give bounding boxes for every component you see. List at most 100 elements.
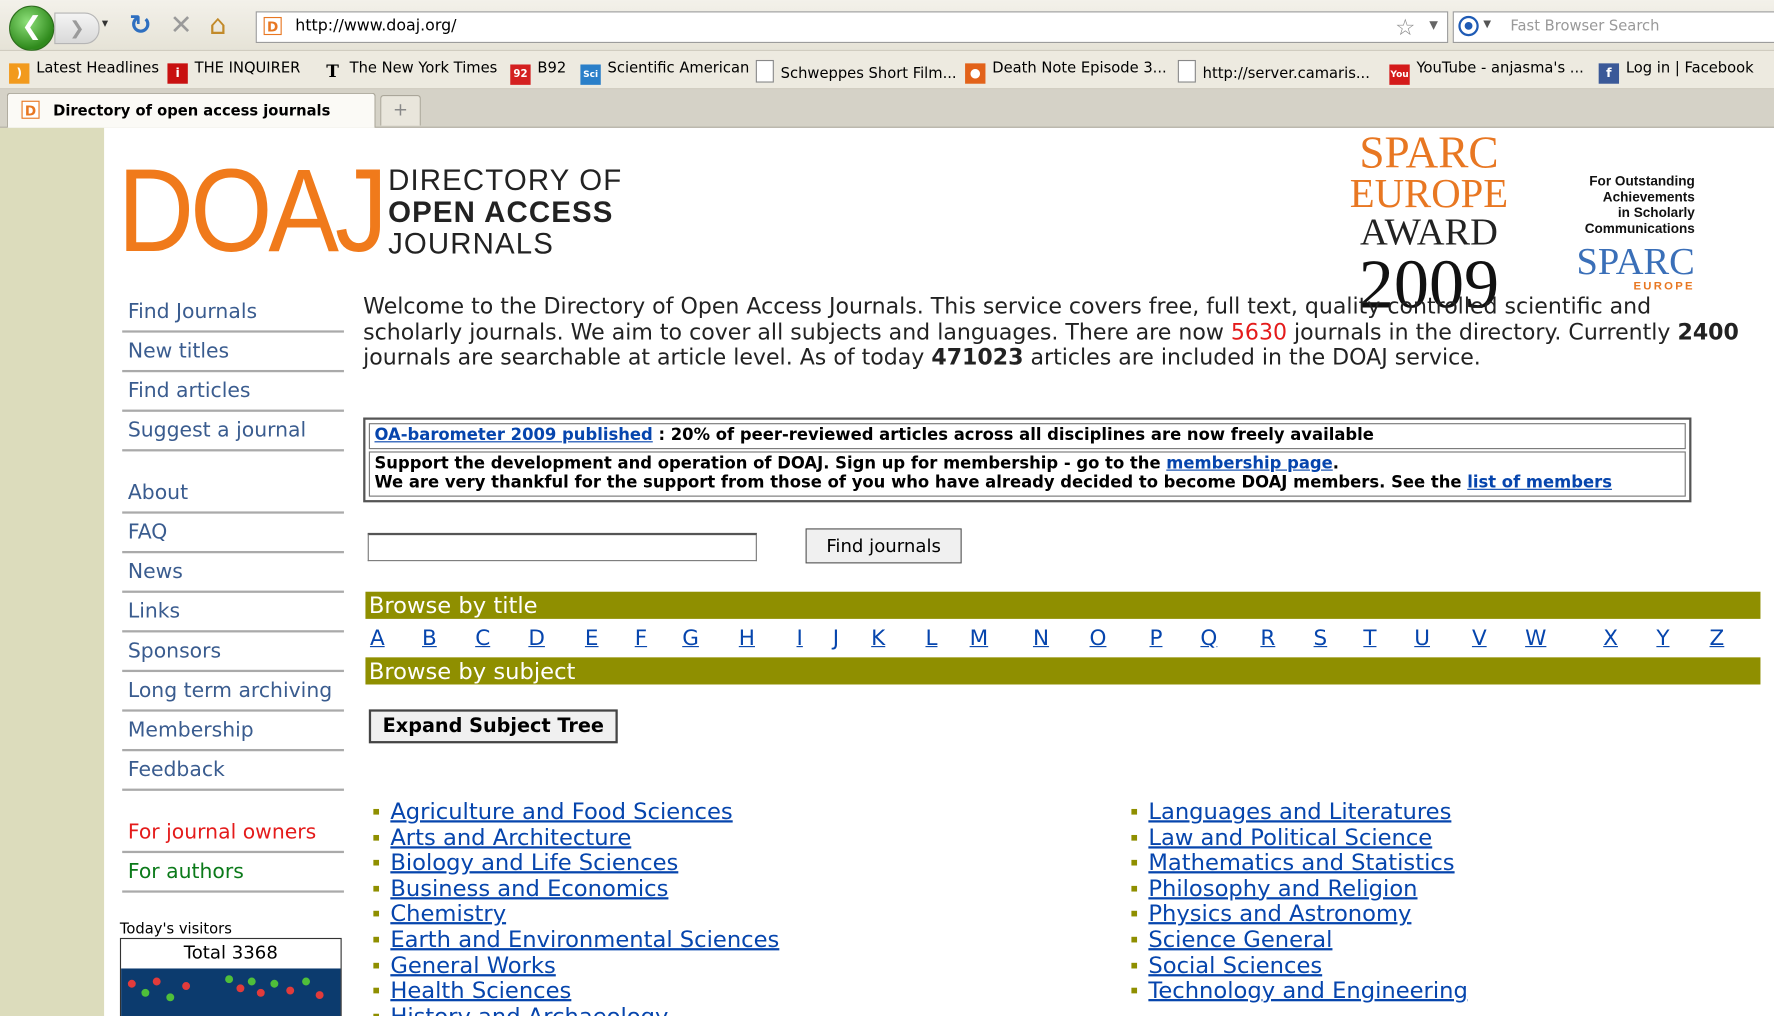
map-dot bbox=[256, 988, 265, 997]
expand-subject-tree-button[interactable]: Expand Subject Tree bbox=[368, 709, 618, 744]
nav-links[interactable]: Links bbox=[122, 593, 344, 633]
subject-link[interactable]: Agriculture and Food Sciences bbox=[390, 798, 732, 825]
forward-icon[interactable]: ❯ bbox=[54, 12, 100, 45]
url-dropdown-icon[interactable]: ▼ bbox=[1429, 19, 1438, 31]
subject-link[interactable]: Earth and Environmental Sciences bbox=[390, 925, 779, 952]
subject-link[interactable]: Physics and Astronomy bbox=[1148, 900, 1411, 927]
subject-link[interactable]: Technology and Engineering bbox=[1148, 977, 1467, 1004]
history-dropdown-icon[interactable]: ▾ bbox=[102, 16, 108, 31]
letter-link[interactable]: U bbox=[1414, 626, 1430, 651]
letter-link[interactable]: B bbox=[422, 626, 437, 651]
letter-link[interactable]: C bbox=[475, 626, 490, 651]
letter-link[interactable]: J bbox=[833, 626, 839, 651]
nav-about[interactable]: About bbox=[122, 474, 344, 514]
nav-find-journals[interactable]: Find Journals bbox=[122, 293, 344, 333]
bookmark-scientific-american[interactable]: Sci Scientific American bbox=[580, 60, 749, 85]
back-icon[interactable]: ❮ bbox=[9, 5, 55, 51]
search-placeholder[interactable]: Fast Browser Search bbox=[1510, 18, 1659, 35]
letter-link[interactable]: D bbox=[528, 626, 545, 651]
nav-suggest-journal[interactable]: Suggest a journal bbox=[122, 412, 344, 452]
tab-doaj[interactable]: D Directory of open access journals bbox=[6, 92, 376, 128]
letter-link[interactable]: W bbox=[1525, 626, 1546, 651]
find-journals-button[interactable]: Find journals bbox=[805, 528, 962, 564]
membership-page-link[interactable]: membership page bbox=[1166, 455, 1332, 473]
bookmark-latest-headlines[interactable]: ) Latest Headlines bbox=[9, 60, 159, 84]
letter-link[interactable]: K bbox=[871, 626, 885, 651]
subject-link[interactable]: Business and Economics bbox=[390, 874, 668, 901]
bookmark-schweppes[interactable]: Schweppes Short Film... bbox=[755, 59, 957, 83]
oa-barometer-link[interactable]: OA-barometer 2009 published bbox=[374, 427, 652, 445]
search-box[interactable]: ● ▼ Fast Browser Search bbox=[1452, 11, 1774, 43]
letter-link[interactable]: R bbox=[1260, 626, 1275, 651]
bullet-icon bbox=[373, 808, 380, 815]
subject-link[interactable]: Biology and Life Sciences bbox=[390, 849, 678, 876]
letter-link[interactable]: T bbox=[1363, 626, 1376, 651]
nav-for-journal-owners[interactable]: For journal owners bbox=[122, 813, 344, 854]
letter-link[interactable]: M bbox=[970, 626, 989, 651]
nav-long-term-archiving[interactable]: Long term archiving bbox=[122, 672, 344, 712]
nav-for-authors[interactable]: For authors bbox=[122, 853, 344, 893]
stop-icon[interactable]: ✕ bbox=[170, 9, 193, 41]
visitors-map bbox=[121, 968, 341, 1016]
subject-link[interactable]: Chemistry bbox=[390, 900, 506, 927]
subject-list-left: Agriculture and Food Sciences Arts and A… bbox=[373, 798, 779, 1016]
subject-link[interactable]: Philosophy and Religion bbox=[1148, 874, 1417, 901]
letter-link[interactable]: O bbox=[1090, 626, 1107, 651]
letter-link[interactable]: G bbox=[682, 626, 699, 651]
nav-find-articles[interactable]: Find articles bbox=[122, 372, 344, 412]
letter-link[interactable]: L bbox=[925, 626, 937, 651]
alphabet-index: A B C D E F G H I J K L M N O P Q R S T … bbox=[368, 626, 1760, 653]
list-item: Biology and Life Sciences bbox=[373, 849, 779, 876]
subject-link[interactable]: Languages and Literatures bbox=[1148, 798, 1451, 825]
list-item: Health Sciences bbox=[373, 977, 779, 1004]
letter-link[interactable]: Q bbox=[1200, 626, 1217, 651]
url-text[interactable]: http://www.doaj.org/ bbox=[295, 17, 456, 35]
subject-link[interactable]: Arts and Architecture bbox=[390, 823, 631, 850]
map-dot bbox=[247, 977, 256, 986]
letter-link[interactable]: P bbox=[1150, 626, 1163, 651]
doaj-logo[interactable]: DOAJ bbox=[118, 153, 388, 271]
bookmark-server-camaris[interactable]: http://server.camaris... bbox=[1177, 59, 1370, 83]
nav-feedback[interactable]: Feedback bbox=[122, 751, 344, 791]
visitors-widget[interactable]: Total 3368 bbox=[119, 937, 342, 1016]
letter-link[interactable]: X bbox=[1603, 626, 1618, 651]
search-engine-icon[interactable]: ● bbox=[1458, 15, 1479, 37]
subject-link[interactable]: Science General bbox=[1148, 925, 1332, 952]
bookmark-death-note[interactable]: ● Death Note Episode 3... bbox=[965, 60, 1167, 84]
bookmark-star-icon[interactable]: ☆ bbox=[1395, 14, 1415, 41]
letter-link[interactable]: F bbox=[635, 626, 647, 651]
letter-link[interactable]: A bbox=[370, 626, 385, 651]
reload-icon[interactable]: ↻ bbox=[129, 9, 152, 41]
subject-link[interactable]: Mathematics and Statistics bbox=[1148, 849, 1454, 876]
bookmark-b92[interactable]: 92 B92 bbox=[510, 60, 566, 85]
bookmark-youtube[interactable]: You YouTube - anjasma's ... bbox=[1389, 60, 1584, 85]
nav-faq[interactable]: FAQ bbox=[122, 514, 344, 554]
home-icon[interactable]: ⌂ bbox=[209, 9, 226, 41]
bookmark-facebook[interactable]: f Log in | Facebook bbox=[1598, 60, 1754, 84]
letter-link[interactable]: S bbox=[1314, 626, 1328, 651]
journal-search-input[interactable] bbox=[367, 532, 757, 562]
subject-link[interactable]: Law and Political Science bbox=[1148, 823, 1432, 850]
nav-membership[interactable]: Membership bbox=[122, 712, 344, 752]
new-tab-button[interactable]: + bbox=[380, 95, 421, 126]
browse-by-subject-heading: Browse by subject bbox=[365, 657, 1761, 685]
letter-link[interactable]: I bbox=[797, 626, 803, 651]
list-of-members-link[interactable]: list of members bbox=[1467, 474, 1612, 492]
subject-link[interactable]: Social Sciences bbox=[1148, 951, 1322, 978]
letter-link[interactable]: V bbox=[1472, 626, 1487, 651]
nav-new-titles[interactable]: New titles bbox=[122, 333, 344, 373]
bookmark-the-inquirer[interactable]: i THE INQUIRER bbox=[167, 60, 300, 84]
subject-link[interactable]: Health Sciences bbox=[390, 977, 571, 1004]
letter-link[interactable]: Y bbox=[1656, 626, 1669, 651]
subject-link[interactable]: History and Archaeology bbox=[390, 1002, 668, 1016]
letter-link[interactable]: N bbox=[1033, 626, 1049, 651]
bookmark-nytimes[interactable]: T The New York Times bbox=[322, 60, 497, 81]
search-engine-dropdown-icon[interactable]: ▼ bbox=[1483, 19, 1491, 30]
nav-sponsors[interactable]: Sponsors bbox=[122, 632, 344, 673]
letter-link[interactable]: H bbox=[739, 626, 755, 651]
nav-news[interactable]: News bbox=[122, 553, 344, 593]
letter-link[interactable]: E bbox=[585, 626, 599, 651]
subject-link[interactable]: General Works bbox=[390, 951, 555, 978]
letter-link[interactable]: Z bbox=[1710, 626, 1725, 651]
address-bar[interactable]: D http://www.doaj.org/ ☆ ▼ bbox=[255, 11, 1449, 43]
